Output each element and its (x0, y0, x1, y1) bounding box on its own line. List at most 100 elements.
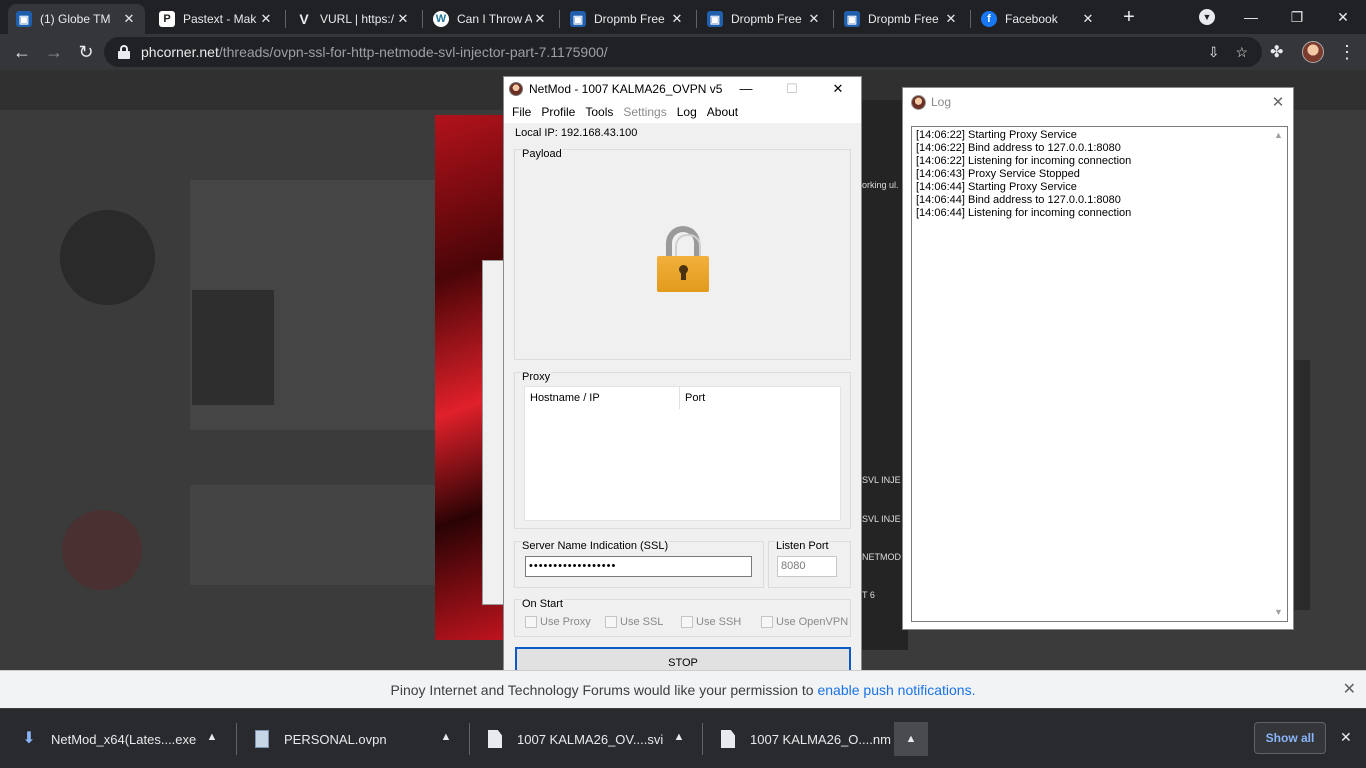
tab-title: Dropmb Free (594, 12, 665, 26)
menu-file[interactable]: File (507, 105, 536, 119)
payload-group: Payload (514, 148, 851, 360)
close-icon[interactable]: ✕ (943, 11, 959, 27)
sni-label: Server Name Indication (SSL) (521, 540, 670, 552)
restore-button[interactable]: ❐ (1274, 0, 1320, 34)
close-icon[interactable]: ✕ (258, 11, 274, 27)
virtualbox-icon: ▣ (844, 11, 860, 27)
url-path: /threads/ovpn-ssl-for-http-netmode-svl-i… (218, 44, 608, 60)
log-titlebar[interactable]: Log ✕ (903, 88, 1293, 116)
bookmark-star-icon[interactable]: ☆ (1235, 44, 1248, 61)
side-text: SVL INJE (862, 475, 901, 485)
menu-bar: File Profile Tools Settings Log About (504, 101, 861, 123)
minimize-button[interactable]: — (723, 77, 769, 101)
payload-label: Payload (521, 148, 563, 160)
close-icon[interactable]: ✕ (1080, 11, 1096, 27)
tab-search-icon[interactable]: ▼ (1199, 9, 1215, 25)
listen-port-input[interactable]: 8080 (777, 556, 837, 577)
menu-kebab-icon[interactable]: ⋮ (1338, 40, 1356, 64)
tab-dropmb-3[interactable]: ▣ Dropmb Free ✕ (836, 4, 967, 34)
close-icon[interactable]: ✕ (1343, 671, 1356, 709)
download-item[interactable]: 1007 KALMA26_O....nm (721, 709, 891, 768)
on-start-label: On Start (521, 598, 564, 610)
forward-button[interactable]: → (42, 40, 66, 64)
log-textarea[interactable]: [14:06:22] Starting Proxy Service [14:06… (911, 126, 1288, 622)
tab-pastext[interactable]: P Pastext - Mak ✕ (151, 4, 282, 34)
padlock-icon (657, 226, 709, 292)
close-window-button[interactable]: ✕ (1320, 0, 1366, 34)
new-tab-button[interactable]: + (1118, 6, 1140, 28)
close-button[interactable]: ✕ (815, 77, 861, 101)
checkbox-box (605, 616, 617, 628)
scroll-down-icon[interactable]: ▼ (1270, 604, 1287, 621)
checkbox-label: Use OpenVPN (776, 616, 849, 628)
log-line: [14:06:22] Listening for incoming connec… (916, 155, 1132, 167)
use-openvpn-checkbox[interactable]: Use OpenVPN (761, 616, 848, 628)
profile-avatar[interactable] (1302, 41, 1324, 63)
column-port[interactable]: Port (680, 387, 705, 409)
tab-dropmb-1[interactable]: ▣ Dropmb Free ✕ (562, 4, 693, 34)
tab-facebook[interactable]: f Facebook ✕ (973, 4, 1104, 34)
close-icon[interactable]: ✕ (806, 11, 822, 27)
divider (702, 723, 703, 755)
log-line: [14:06:44] Bind address to 127.0.0.1:808… (916, 194, 1121, 206)
sni-input[interactable]: •••••••••••••••••• (525, 556, 752, 577)
menu-profile[interactable]: Profile (536, 105, 580, 119)
use-ssh-checkbox[interactable]: Use SSH (681, 616, 741, 628)
log-scrollbar[interactable]: ▲ ▼ (1270, 127, 1287, 621)
menu-log[interactable]: Log (672, 105, 702, 119)
lock-icon[interactable] (118, 45, 130, 59)
column-hostname[interactable]: Hostname / IP (525, 387, 680, 409)
menu-tools[interactable]: Tools (580, 105, 618, 119)
download-item[interactable]: PERSONAL.ovpn (255, 709, 387, 768)
tab-globe[interactable]: ▣ (1) Globe TM ✕ (8, 4, 145, 34)
install-app-icon[interactable]: ⇩ (1208, 44, 1220, 61)
chevron-up-icon[interactable]: ▲ (438, 731, 454, 743)
netmod-titlebar[interactable]: NetMod - 1007 KALMA26_OVPN v5 — ☐ ✕ (504, 77, 861, 101)
close-icon[interactable]: ✕ (532, 11, 548, 27)
wordpress-icon: W (433, 11, 449, 27)
minimize-button[interactable]: — (1228, 0, 1274, 34)
close-icon[interactable]: ✕ (669, 11, 685, 27)
ovpn-file-icon (255, 730, 269, 748)
download-item[interactable]: ⬇ NetMod_x64(Lates....exe (22, 709, 196, 768)
address-bar[interactable]: phcorner.net/threads/ovpn-ssl-for-http-n… (104, 37, 1262, 67)
on-start-group: On Start Use Proxy Use SSL Use SSH Use O… (514, 598, 851, 637)
download-item[interactable]: 1007 KALMA26_OV....svi (488, 709, 663, 768)
scroll-up-icon[interactable]: ▲ (1270, 127, 1287, 144)
close-icon[interactable]: ✕ (1263, 93, 1293, 111)
chevron-up-icon[interactable]: ▲ (204, 731, 220, 743)
side-text: SVL INJE (862, 514, 901, 524)
close-icon[interactable]: ✕ (1340, 729, 1352, 746)
side-text: T 6 (862, 590, 875, 600)
extensions-puzzle-icon[interactable]: ✤ (1270, 42, 1283, 62)
chevron-up-icon[interactable]: ▲ (894, 722, 928, 756)
chevron-up-icon[interactable]: ▲ (671, 731, 687, 743)
download-filename: PERSONAL.ovpn (284, 731, 387, 747)
tab-dropmb-2[interactable]: ▣ Dropmb Free ✕ (699, 4, 830, 34)
close-icon[interactable]: ✕ (121, 11, 137, 27)
virtualbox-icon: ▣ (570, 11, 586, 27)
tab-divider (833, 10, 834, 28)
app-avatar-icon (509, 82, 523, 96)
tab-divider (559, 10, 560, 28)
close-icon[interactable]: ✕ (395, 11, 411, 27)
url-host: phcorner.net (141, 44, 219, 60)
proxy-table[interactable]: Hostname / IP Port (524, 386, 841, 521)
local-ip-label: Local IP: 192.168.43.100 (515, 127, 638, 139)
show-all-button[interactable]: Show all (1254, 722, 1326, 754)
back-button[interactable]: ← (10, 40, 34, 64)
reload-button[interactable]: ↻ (74, 40, 98, 64)
use-ssl-checkbox[interactable]: Use SSL (605, 616, 663, 628)
checkbox-box (761, 616, 773, 628)
virtualbox-icon: ▣ (707, 11, 723, 27)
checkbox-label: Use SSL (620, 616, 664, 628)
tab-strip: ▣ (1) Globe TM ✕ P Pastext - Mak ✕ V VUR… (0, 0, 1366, 34)
enable-notifications-link[interactable]: enable push notifications. (817, 682, 975, 698)
tab-title: Dropmb Free (731, 12, 802, 26)
tab-wordpress[interactable]: W Can I Throw A ✕ (425, 4, 556, 34)
download-arrow-icon: ⬇ (22, 730, 36, 747)
avatar-blur (62, 510, 142, 590)
use-proxy-checkbox[interactable]: Use Proxy (525, 616, 591, 628)
menu-about[interactable]: About (702, 105, 743, 119)
tab-vurl[interactable]: V VURL | https:/ ✕ (288, 4, 419, 34)
